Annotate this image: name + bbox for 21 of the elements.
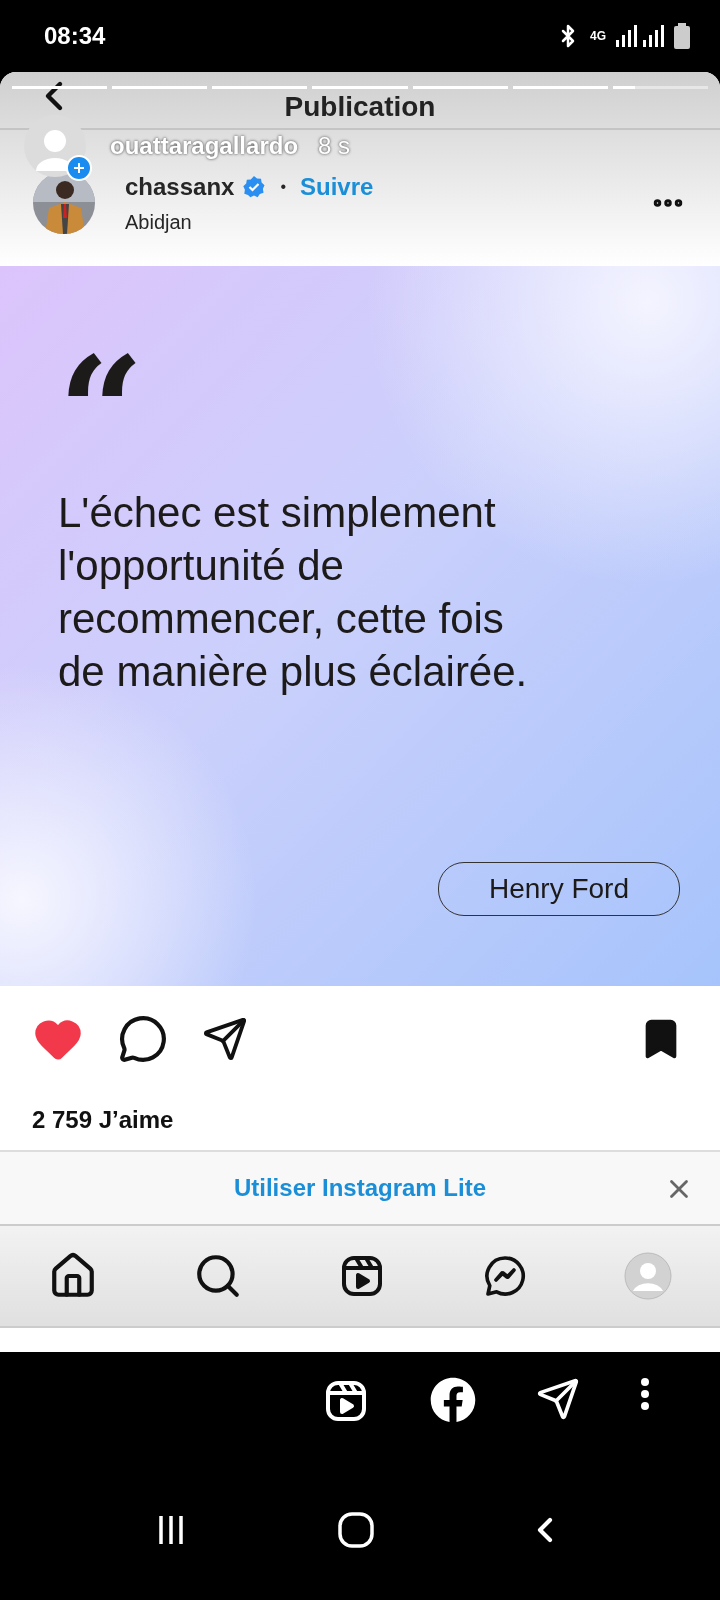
home-button-icon[interactable] bbox=[338, 1512, 374, 1548]
quote-mark: “ bbox=[58, 336, 145, 486]
story-username[interactable]: ouattaragallardo bbox=[110, 132, 299, 160]
profile-avatar-icon bbox=[624, 1252, 673, 1300]
battery-icon bbox=[674, 23, 690, 49]
post-location[interactable]: Abidjan bbox=[125, 210, 620, 234]
author-name[interactable]: chassanx bbox=[125, 172, 235, 201]
add-icon[interactable] bbox=[66, 155, 92, 181]
send-icon bbox=[536, 1377, 580, 1421]
facebook-icon bbox=[430, 1377, 476, 1423]
quote-author-label: Henry Ford bbox=[437, 862, 680, 916]
quote-text: L'échec est simplement l'opportunité de recommencer, cette fois de manière plus éclairée. bbox=[58, 488, 529, 697]
share-icon[interactable] bbox=[202, 1016, 248, 1062]
more-icon bbox=[640, 1377, 650, 1411]
network-type: 4G bbox=[590, 30, 606, 42]
separator-dot: • bbox=[280, 177, 286, 196]
page-title: Publication bbox=[284, 92, 436, 122]
like-count[interactable]: 2 759 J’aime bbox=[0, 1062, 720, 1150]
clock-time: 08:34 bbox=[44, 22, 107, 50]
comment-icon[interactable] bbox=[118, 1014, 168, 1064]
signal-icon bbox=[616, 25, 664, 47]
